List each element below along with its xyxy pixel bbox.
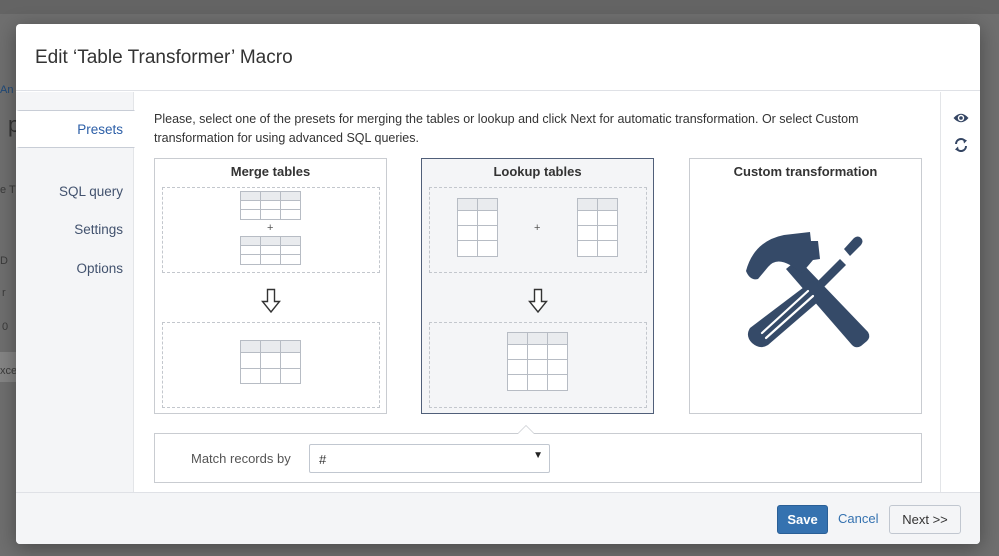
preset-merge-tables[interactable]: Merge tables +: [154, 158, 387, 414]
nav-item-presets[interactable]: Presets: [16, 110, 135, 148]
preset-title: Lookup tables: [493, 164, 582, 179]
dialog-footer: Save Cancel Next >>: [16, 492, 980, 544]
nav-item-sql-query[interactable]: SQL query: [16, 173, 134, 211]
dialog-header: Edit ‘Table Transformer’ Macro: [16, 24, 980, 91]
table-icon: [240, 191, 301, 220]
background-top-bar: [0, 0, 999, 14]
match-records-value: #: [319, 452, 327, 467]
panel-pointer: [518, 426, 534, 434]
refresh-icon[interactable]: [953, 137, 969, 153]
match-records-panel: Match records by # ▼: [154, 425, 922, 483]
result-table-area: [429, 322, 647, 408]
eye-icon[interactable]: [953, 112, 969, 124]
match-records-select[interactable]: # ▼: [309, 444, 550, 473]
presets-intro-text: Please, select one of the presets for me…: [154, 112, 859, 145]
preset-lookup-tables[interactable]: Lookup tables +: [421, 158, 654, 414]
caret-down-icon: ▼: [533, 450, 543, 461]
plus-sign: +: [267, 222, 274, 234]
side-tools: [940, 92, 980, 492]
table-icon: [240, 236, 301, 265]
match-records-label: Match records by: [191, 451, 291, 466]
background-text-fragment: xce: [0, 365, 18, 377]
hammer-screwdriver-icon: [746, 232, 870, 348]
preset-title: Merge tables: [230, 164, 311, 179]
save-button[interactable]: Save: [777, 505, 828, 534]
result-table-area: [162, 322, 380, 408]
background-text-fragment: D: [0, 255, 8, 267]
arrow-down-icon: [528, 288, 548, 314]
nav-item-options[interactable]: Options: [16, 250, 134, 288]
plus-sign: +: [534, 222, 541, 234]
source-tables-area: +: [162, 187, 380, 273]
macro-dialog: Edit ‘Table Transformer’ Macro Presets S…: [16, 24, 980, 544]
source-tables-area: +: [429, 187, 647, 273]
table-icon: [457, 198, 498, 257]
preset-custom-transformation[interactable]: Custom transformation: [689, 158, 922, 414]
next-button[interactable]: Next >>: [889, 505, 961, 534]
cancel-link[interactable]: Cancel: [838, 511, 878, 526]
table-icon: [507, 332, 568, 391]
table-icon: [577, 198, 618, 257]
background-text-fragment: 0: [2, 321, 9, 333]
table-icon: [240, 340, 301, 384]
dialog-nav: Presets SQL query Settings Options: [16, 92, 135, 492]
dialog-title: Edit ‘Table Transformer’ Macro: [35, 47, 293, 68]
arrow-down-icon: [261, 288, 281, 314]
nav-item-settings[interactable]: Settings: [16, 211, 134, 249]
presets-panel: Please, select one of the presets for me…: [135, 92, 940, 492]
background-text-fragment: r: [2, 287, 6, 299]
background-link-fragment: An: [0, 84, 14, 96]
preset-title: Custom transformation: [733, 164, 878, 179]
